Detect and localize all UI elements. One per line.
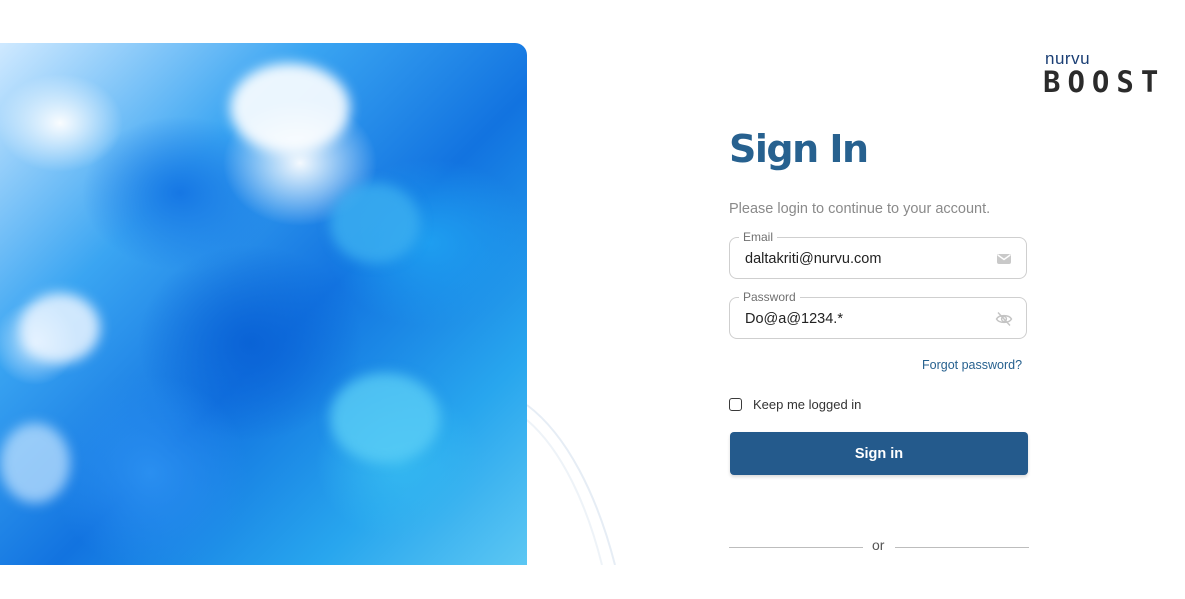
page-subtitle: Please login to continue to your account… xyxy=(729,201,991,217)
or-divider: or xyxy=(729,537,1029,557)
page-title: Sign In xyxy=(729,127,869,171)
divider-line-left xyxy=(729,547,863,548)
email-input[interactable]: daltakriti@nurvu.com xyxy=(745,251,881,267)
eye-slash-icon[interactable] xyxy=(995,310,1013,328)
remember-me[interactable]: Keep me logged in xyxy=(729,397,861,412)
password-field[interactable]: Password Do@a@1234.* xyxy=(729,289,1027,339)
envelope-icon xyxy=(997,254,1011,264)
remember-label: Keep me logged in xyxy=(753,397,862,412)
forgot-password-link[interactable]: Forgot password? xyxy=(922,358,1022,372)
password-label: Password xyxy=(739,289,800,305)
password-input[interactable]: Do@a@1234.* xyxy=(745,311,843,327)
sign-in-button[interactable]: Sign in xyxy=(730,432,1028,475)
divider-line-right xyxy=(895,547,1029,548)
logo-big-text: BOOST xyxy=(1043,65,1166,99)
brand-logo: nurvu BOOST xyxy=(1043,50,1165,97)
email-field[interactable]: Email daltakriti@nurvu.com xyxy=(729,229,1027,279)
email-label: Email xyxy=(739,229,778,245)
decorative-curve xyxy=(527,404,616,565)
hero-image xyxy=(0,43,527,565)
remember-checkbox[interactable] xyxy=(729,398,742,411)
divider-text: or xyxy=(872,537,885,553)
